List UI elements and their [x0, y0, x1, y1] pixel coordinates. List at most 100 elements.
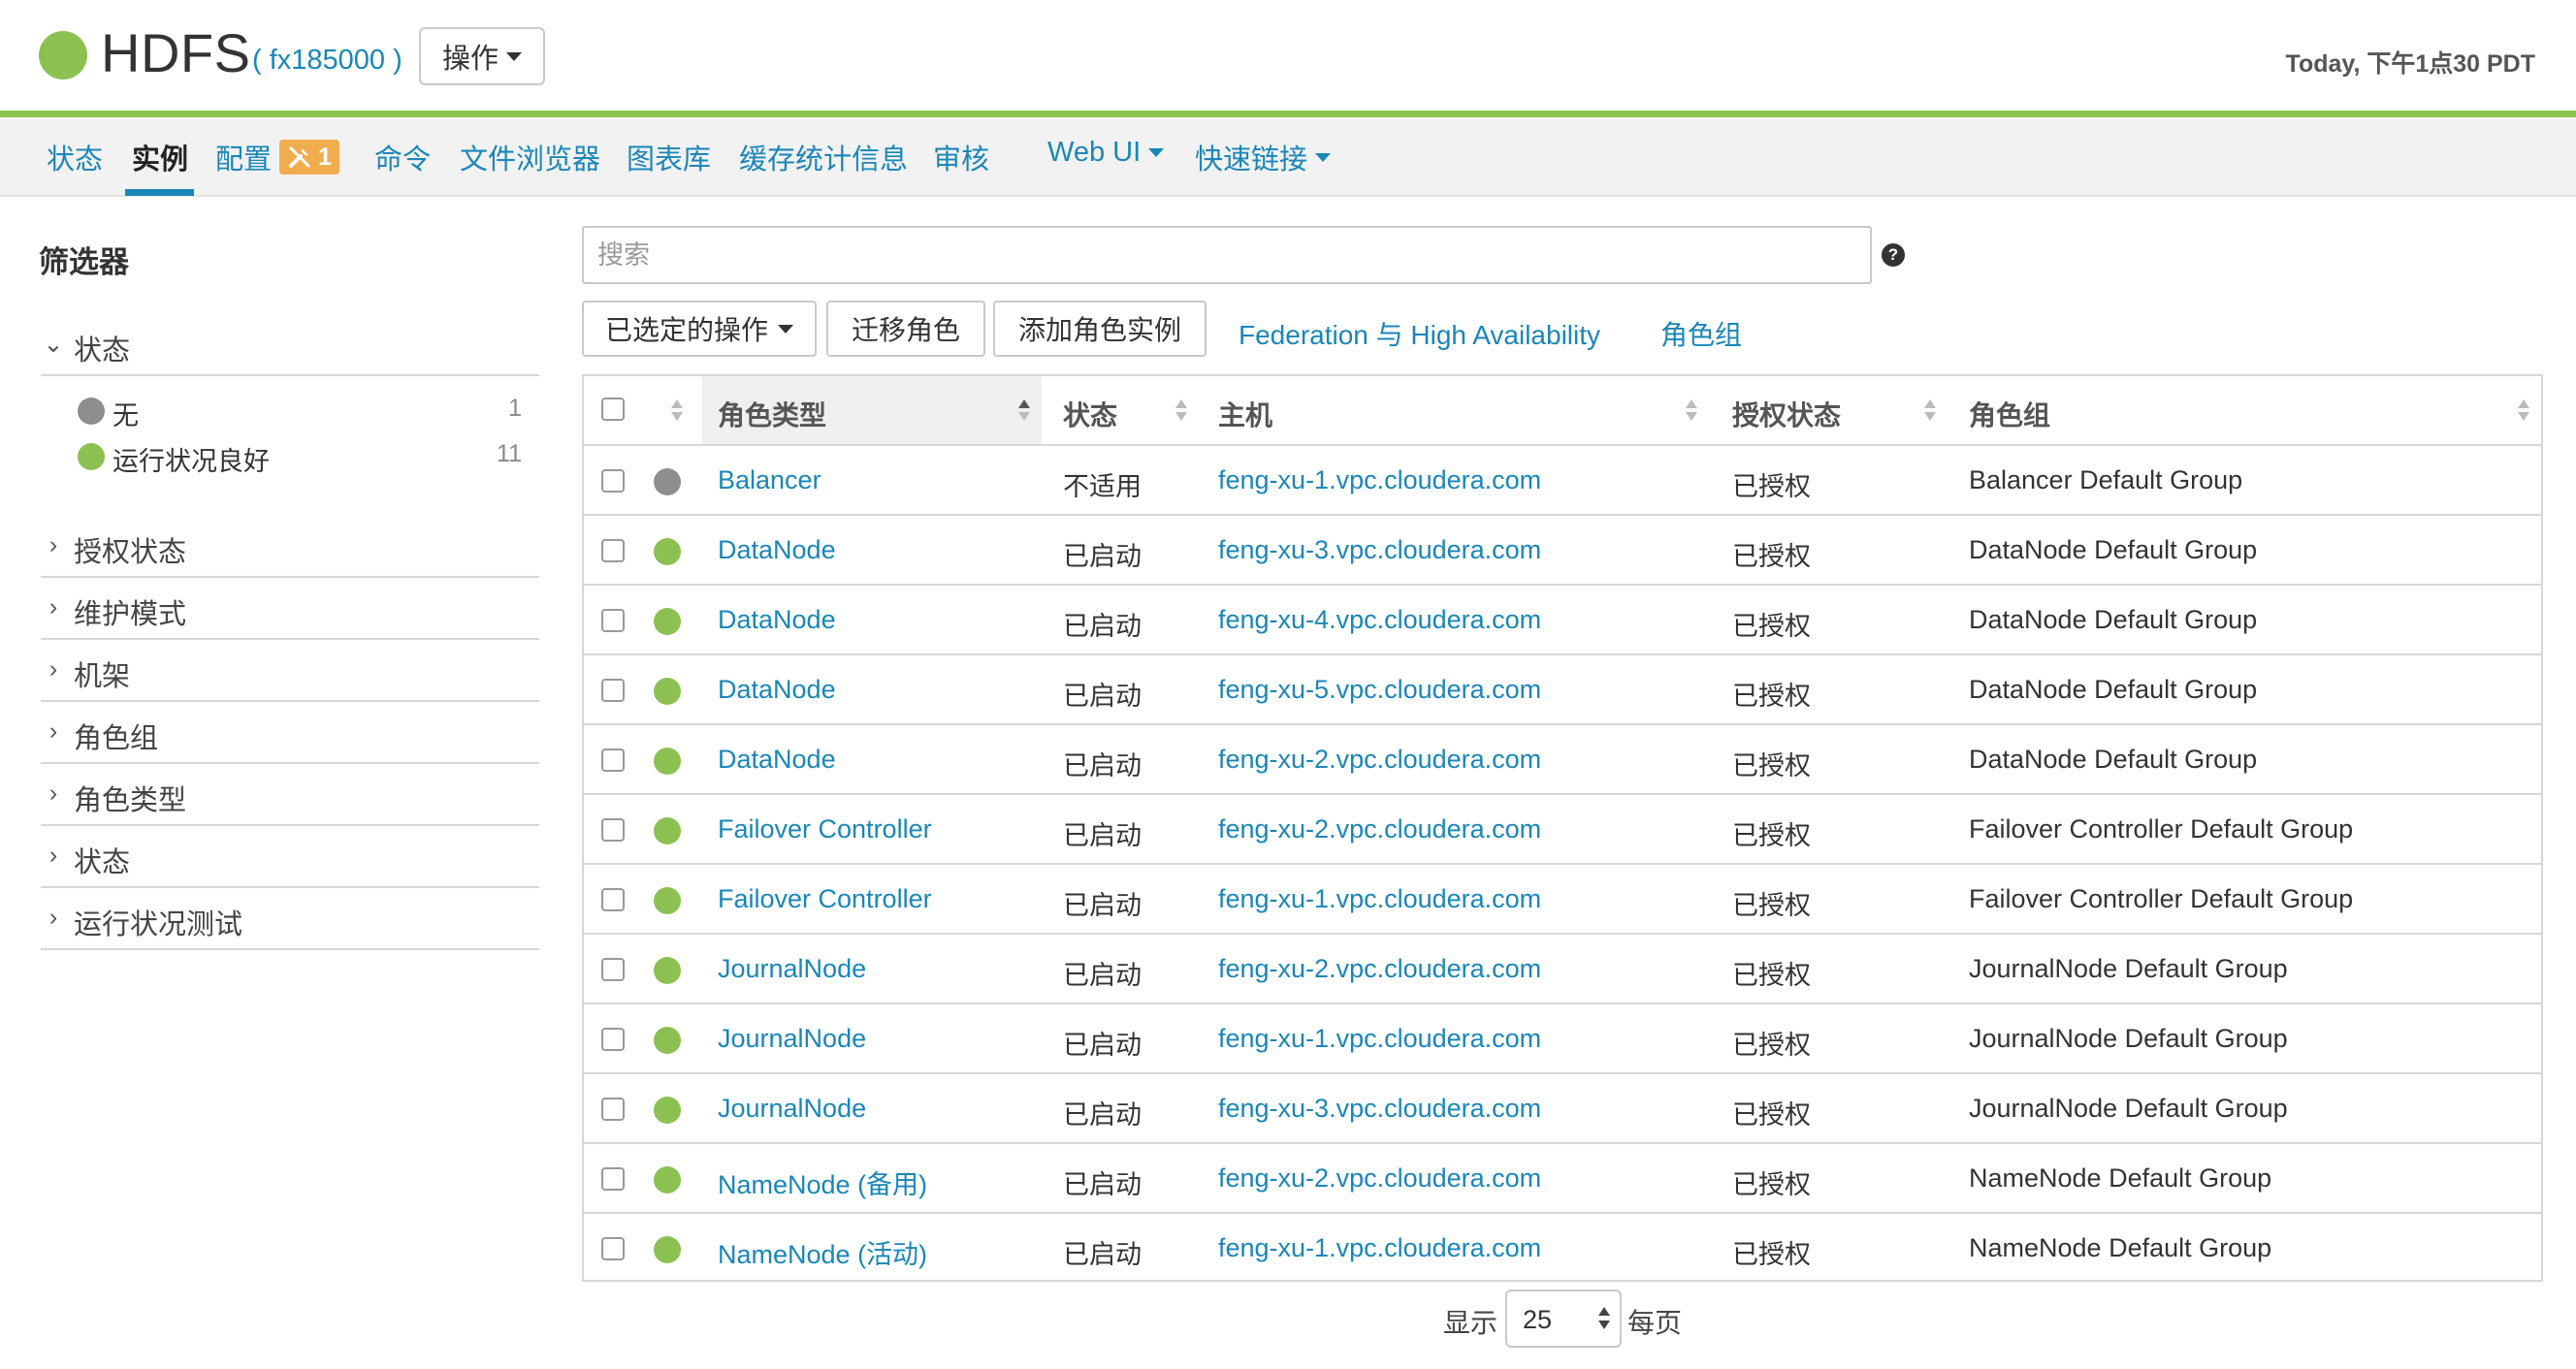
column-header-role-group[interactable]: 角色组	[1969, 395, 2050, 433]
role-type-link[interactable]: JournalNode	[718, 954, 866, 984]
role-type-link[interactable]: DataNode	[718, 745, 836, 775]
filter-section-label: 机架	[74, 661, 131, 692]
sort-icon[interactable]	[1175, 399, 1187, 425]
federation-ha-link[interactable]: Federation 与 High Availability	[1239, 314, 1600, 353]
cluster-link[interactable]: ( fx185000 )	[252, 45, 402, 77]
column-header-role-type[interactable]: 角色类型	[718, 395, 826, 433]
tab-cache-statistics[interactable]: 缓存统计信息	[739, 137, 908, 177]
page-size-select[interactable]: 25	[1505, 1289, 1622, 1348]
role-state: 已启动	[1063, 1240, 1142, 1269]
column-header-state[interactable]: 状态	[1063, 395, 1117, 433]
filter-section-role-group[interactable]: › 角色组	[41, 704, 539, 764]
table-row: DataNode 已启动 feng-xu-4.vpc.cloudera.com 已授权…	[584, 586, 2541, 655]
role-group: NameNode Default Group	[1969, 1233, 2272, 1262]
tab-status[interactable]: 状态	[47, 137, 103, 177]
commission-state: 已授权	[1732, 612, 1811, 641]
row-checkbox[interactable]	[601, 1028, 625, 1051]
config-issues-badge[interactable]: 1	[279, 140, 339, 175]
tab-configuration[interactable]: 配置 1	[215, 137, 339, 177]
filter-option-none[interactable]: 无 1	[78, 391, 530, 433]
search-input[interactable]	[584, 228, 1870, 282]
row-checkbox[interactable]	[601, 1098, 625, 1121]
host-link[interactable]: feng-xu-2.vpc.cloudera.com	[1218, 745, 1541, 775]
help-icon[interactable]: ?	[1882, 243, 1905, 267]
role-group: DataNode Default Group	[1969, 605, 2258, 634]
host-link[interactable]: feng-xu-2.vpc.cloudera.com	[1218, 814, 1541, 844]
host-link[interactable]: feng-xu-1.vpc.cloudera.com	[1218, 884, 1541, 914]
role-type-link[interactable]: JournalNode	[718, 1094, 866, 1124]
host-link[interactable]: feng-xu-1.vpc.cloudera.com	[1218, 465, 1541, 495]
service-actions-button[interactable]: 操作	[419, 27, 545, 85]
filter-section-role-type[interactable]: › 角色类型	[41, 766, 539, 826]
migrate-roles-button[interactable]: 迁移角色	[826, 301, 985, 357]
selected-actions-button[interactable]: 已选定的操作	[582, 301, 817, 357]
tab-file-browser[interactable]: 文件浏览器	[460, 137, 600, 177]
role-type-link[interactable]: Failover Controller	[718, 814, 932, 844]
host-link[interactable]: feng-xu-2.vpc.cloudera.com	[1218, 1163, 1541, 1194]
host-link[interactable]: feng-xu-1.vpc.cloudera.com	[1218, 1233, 1541, 1263]
host-link[interactable]: feng-xu-3.vpc.cloudera.com	[1218, 535, 1541, 565]
row-checkbox[interactable]	[601, 469, 625, 493]
role-type-link[interactable]: JournalNode	[718, 1024, 866, 1054]
column-header-commission-state[interactable]: 授权状态	[1732, 395, 1841, 433]
tab-charts-library[interactable]: 图表库	[627, 137, 711, 177]
role-type-link[interactable]: Balancer	[718, 465, 821, 495]
host-link[interactable]: feng-xu-4.vpc.cloudera.com	[1218, 605, 1541, 635]
host-link[interactable]: feng-xu-1.vpc.cloudera.com	[1218, 1024, 1541, 1054]
tab-instances[interactable]: 实例	[132, 137, 188, 177]
add-role-instances-button[interactable]: 添加角色实例	[993, 301, 1207, 357]
caret-down-icon	[1315, 152, 1332, 162]
tab-audits[interactable]: 审核	[933, 137, 989, 177]
row-checkbox[interactable]	[601, 679, 625, 702]
host-link[interactable]: feng-xu-3.vpc.cloudera.com	[1218, 1094, 1541, 1124]
role-state: 已启动	[1063, 1100, 1142, 1130]
filter-option-label: 运行状况良好	[113, 447, 270, 476]
row-checkbox[interactable]	[601, 1237, 625, 1260]
sort-icon[interactable]	[2518, 399, 2529, 425]
row-checkbox[interactable]	[601, 748, 625, 772]
filter-section-health-tests[interactable]: › 运行状况测试	[41, 890, 539, 950]
sort-icon[interactable]	[671, 399, 683, 425]
role-type-link[interactable]: DataNode	[718, 605, 836, 635]
health-good-icon	[654, 678, 681, 705]
row-checkbox[interactable]	[601, 818, 625, 842]
commission-state: 已授权	[1732, 1100, 1811, 1130]
table-row: JournalNode 已启动 feng-xu-2.vpc.cloudera.com…	[584, 935, 2541, 1004]
role-group: Balancer Default Group	[1969, 465, 2243, 494]
role-type-link[interactable]: NameNode (备用)	[718, 1163, 927, 1201]
time-display[interactable]: Today, 下午1点30 PDT	[2286, 45, 2535, 80]
role-state: 已启动	[1063, 682, 1142, 711]
row-checkbox[interactable]	[601, 609, 625, 632]
row-checkbox[interactable]	[601, 888, 625, 911]
search-field[interactable]	[582, 226, 1872, 284]
host-link[interactable]: feng-xu-5.vpc.cloudera.com	[1218, 675, 1541, 705]
filter-section-maintenance-mode[interactable]: › 维护模式	[41, 580, 539, 640]
row-checkbox[interactable]	[601, 539, 625, 562]
filter-section-commission-state[interactable]: › 授权状态	[41, 518, 539, 578]
table-row: DataNode 已启动 feng-xu-3.vpc.cloudera.com 已授权…	[584, 516, 2541, 586]
filter-section-rack[interactable]: › 机架	[41, 642, 539, 702]
sort-ascending-icon[interactable]	[1018, 399, 1030, 425]
role-groups-link[interactable]: 角色组	[1660, 314, 1742, 353]
role-type-link[interactable]: DataNode	[718, 535, 836, 565]
filter-option-good-health[interactable]: 运行状况良好 11	[78, 436, 530, 479]
role-type-link[interactable]: DataNode	[718, 675, 836, 705]
row-checkbox[interactable]	[601, 1167, 625, 1191]
select-all-checkbox[interactable]	[601, 398, 625, 421]
role-type-link[interactable]: Failover Controller	[718, 884, 932, 914]
role-group: DataNode Default Group	[1969, 535, 2258, 564]
tab-commands[interactable]: 命令	[374, 137, 431, 177]
filter-section-state[interactable]: › 状态	[41, 828, 539, 888]
filter-section-label: 维护模式	[74, 599, 187, 630]
column-header-host[interactable]: 主机	[1218, 395, 1272, 433]
tab-quick-links[interactable]: 快速链接	[1195, 137, 1332, 177]
row-checkbox[interactable]	[601, 958, 625, 981]
tab-web-ui[interactable]: Web UI	[1047, 137, 1165, 169]
host-link[interactable]: feng-xu-2.vpc.cloudera.com	[1218, 954, 1541, 984]
role-group: Failover Controller Default Group	[1969, 884, 2354, 913]
sort-icon[interactable]	[1924, 399, 1936, 425]
role-type-link[interactable]: NameNode (活动)	[718, 1233, 927, 1271]
filter-section-status[interactable]: ⌄ 状态	[41, 316, 539, 376]
sort-icon[interactable]	[1686, 399, 1697, 425]
health-good-icon	[654, 1166, 681, 1194]
